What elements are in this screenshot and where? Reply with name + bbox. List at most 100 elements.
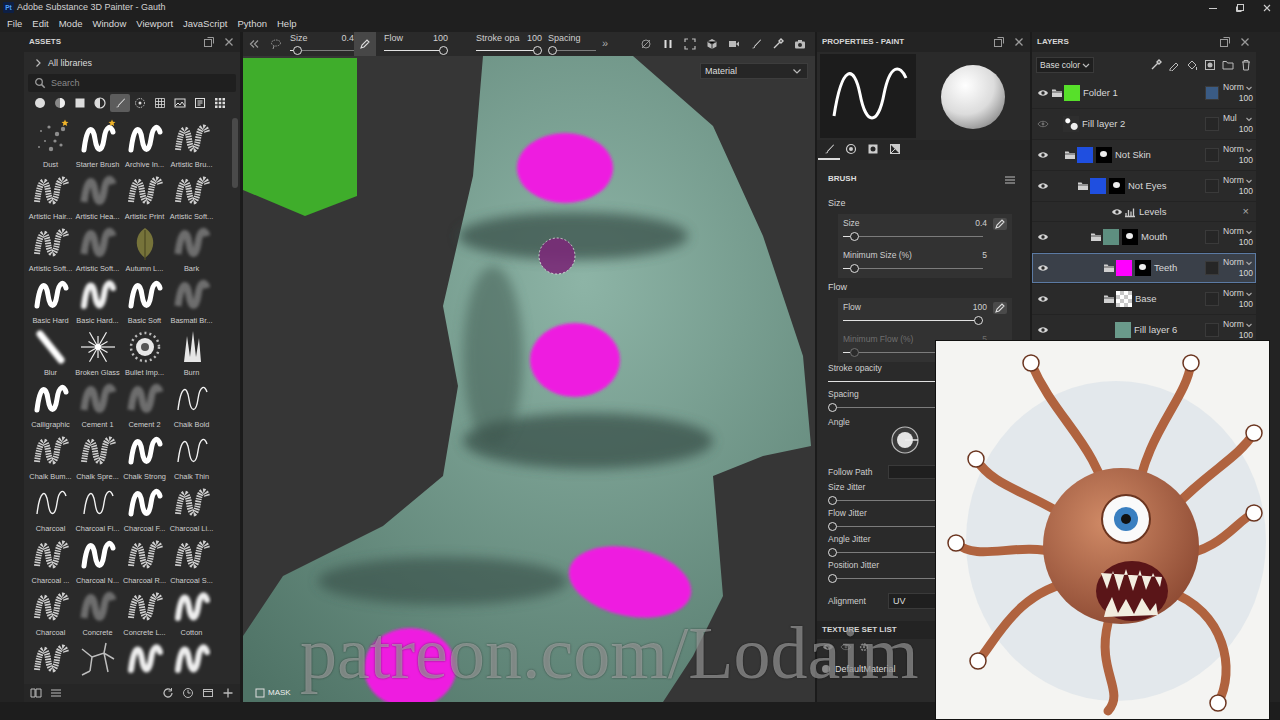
- slider[interactable]: [290, 46, 354, 55]
- filter-button[interactable]: [210, 94, 230, 112]
- blend-mode-dropdown[interactable]: Norm: [1223, 319, 1253, 330]
- brush-item[interactable]: Autumn L...: [121, 222, 168, 274]
- maximize-icon[interactable]: [1226, 0, 1253, 15]
- close-icon[interactable]: [1239, 36, 1251, 48]
- brush-item[interactable]: Chalk Bum...: [27, 430, 74, 482]
- cube-icon[interactable]: [701, 32, 723, 56]
- blend-mode-dropdown[interactable]: Norm: [1223, 144, 1253, 155]
- brush-item[interactable]: Charcoal R...: [121, 534, 168, 586]
- layer-name[interactable]: Fill layer 6: [1134, 324, 1177, 335]
- layer-swatch[interactable]: [1205, 323, 1219, 337]
- channel-name[interactable]: Base color: [1040, 60, 1080, 70]
- float-icon[interactable]: [203, 36, 215, 48]
- brush-item[interactable]: Chalk Bold: [168, 378, 215, 430]
- brush-item[interactable]: Artistic Soft...: [27, 222, 74, 274]
- slider-knob[interactable]: [850, 264, 859, 273]
- pen-pressure-icon[interactable]: [993, 218, 1007, 230]
- layer-opacity[interactable]: 100: [1239, 268, 1253, 279]
- menu-item[interactable]: Python: [232, 18, 272, 29]
- menu-item[interactable]: Help: [272, 18, 302, 29]
- layer-row[interactable]: Folder 1Norm100: [1032, 78, 1256, 109]
- blend-mode[interactable]: Norm: [1223, 144, 1244, 155]
- eye-icon[interactable]: [1036, 179, 1050, 193]
- filter-button[interactable]: [30, 94, 50, 112]
- close-window-icon[interactable]: [1253, 0, 1280, 15]
- model-render[interactable]: [243, 56, 815, 702]
- brush-item[interactable]: Blur: [27, 326, 74, 378]
- brush-item[interactable]: Cotton: [168, 586, 215, 638]
- layer-opacity[interactable]: 100: [1239, 155, 1253, 166]
- brush-item[interactable]: Charcoal F...: [121, 482, 168, 534]
- param-value[interactable]: 100: [433, 33, 448, 44]
- folder-icon[interactable]: [1102, 261, 1116, 275]
- slider-knob[interactable]: [974, 316, 983, 325]
- slider[interactable]: [843, 232, 983, 241]
- slider-value[interactable]: 5: [982, 250, 987, 260]
- favorite-star-icon[interactable]: [108, 119, 116, 127]
- layer-mask-thumbnail[interactable]: [1096, 147, 1112, 163]
- layer-swatch[interactable]: [1205, 117, 1219, 131]
- slider[interactable]: [548, 46, 596, 55]
- layer-name[interactable]: Not Eyes: [1128, 180, 1167, 191]
- slider[interactable]: [843, 316, 983, 325]
- remove-effect-button[interactable]: ×: [1243, 205, 1253, 218]
- brush-item[interactable]: Basmati Br...: [168, 274, 215, 326]
- trash-icon[interactable]: [1240, 59, 1252, 71]
- slider[interactable]: [843, 264, 983, 273]
- brush-item[interactable]: Concrete L...: [121, 586, 168, 638]
- layer-name[interactable]: Folder 1: [1083, 87, 1118, 98]
- brush-item[interactable]: Dust: [27, 118, 74, 170]
- slider-knob[interactable]: [828, 496, 837, 505]
- brush-item[interactable]: Broken Glass: [74, 326, 121, 378]
- folder-icon[interactable]: [1102, 292, 1116, 306]
- layer-name[interactable]: Mouth: [1141, 231, 1167, 242]
- visibility-icon[interactable]: [840, 641, 852, 653]
- folder-icon[interactable]: [1063, 148, 1077, 162]
- blend-mode[interactable]: Norm: [1223, 175, 1244, 186]
- folder-icon[interactable]: [1050, 86, 1064, 100]
- brush-item[interactable]: Cement 2: [121, 378, 168, 430]
- blend-mode-dropdown[interactable]: Norm: [1223, 288, 1253, 299]
- favorite-star-icon[interactable]: [61, 119, 69, 127]
- pen-pressure-icon[interactable]: [993, 302, 1007, 314]
- slider-knob[interactable]: [828, 403, 837, 412]
- slider-knob[interactable]: [533, 46, 542, 55]
- filter-button[interactable]: [190, 94, 210, 112]
- brush-item[interactable]: Artistic Soft...: [168, 170, 215, 222]
- brush-item[interactable]: Charcoal Li...: [168, 482, 215, 534]
- menu-item[interactable]: Window: [87, 18, 131, 29]
- dropdown-value[interactable]: UV: [893, 596, 906, 607]
- property-slider[interactable]: Size0.4: [843, 217, 1007, 243]
- library-selector[interactable]: All libraries: [24, 52, 240, 74]
- picker-icon[interactable]: [767, 32, 789, 56]
- layer-row[interactable]: BaseNorm100: [1032, 284, 1256, 315]
- eye-icon[interactable]: [1036, 117, 1050, 131]
- menu-item[interactable]: File: [2, 18, 27, 29]
- brush-item[interactable]: [121, 638, 168, 684]
- layer-row[interactable]: Levels×: [1032, 202, 1256, 222]
- properties-tab[interactable]: [862, 140, 884, 160]
- brush-item[interactable]: Chalk Strong: [121, 430, 168, 482]
- history-icon[interactable]: [182, 687, 194, 699]
- channel-dropdown[interactable]: Base color: [1036, 57, 1094, 73]
- filter-button[interactable]: [70, 94, 90, 112]
- brush-item[interactable]: Basic Soft: [121, 274, 168, 326]
- layer-swatch[interactable]: [1205, 148, 1219, 162]
- brush-icon[interactable]: [745, 32, 767, 56]
- blend-mode[interactable]: Norm: [1223, 226, 1244, 237]
- brush-item[interactable]: Starter Brush: [74, 118, 121, 170]
- slider-knob[interactable]: [828, 574, 837, 583]
- symmetry-icon[interactable]: [635, 32, 657, 56]
- layer-row[interactable]: Not SkinNorm100: [1032, 140, 1256, 171]
- filter-button[interactable]: [50, 94, 70, 112]
- layer-name[interactable]: Teeth: [1154, 262, 1177, 273]
- layer-row[interactable]: TeethNorm100: [1032, 253, 1256, 284]
- toolbar-param[interactable]: Size0.4: [290, 33, 354, 55]
- folder-icon[interactable]: [1222, 59, 1234, 71]
- menu-item[interactable]: Edit: [27, 18, 53, 29]
- slider[interactable]: [384, 46, 448, 55]
- property-slider[interactable]: Flow100: [843, 301, 1007, 327]
- brush-item[interactable]: [74, 638, 121, 684]
- menu-item[interactable]: JavaScript: [178, 18, 232, 29]
- effects-icon[interactable]: [1150, 59, 1162, 71]
